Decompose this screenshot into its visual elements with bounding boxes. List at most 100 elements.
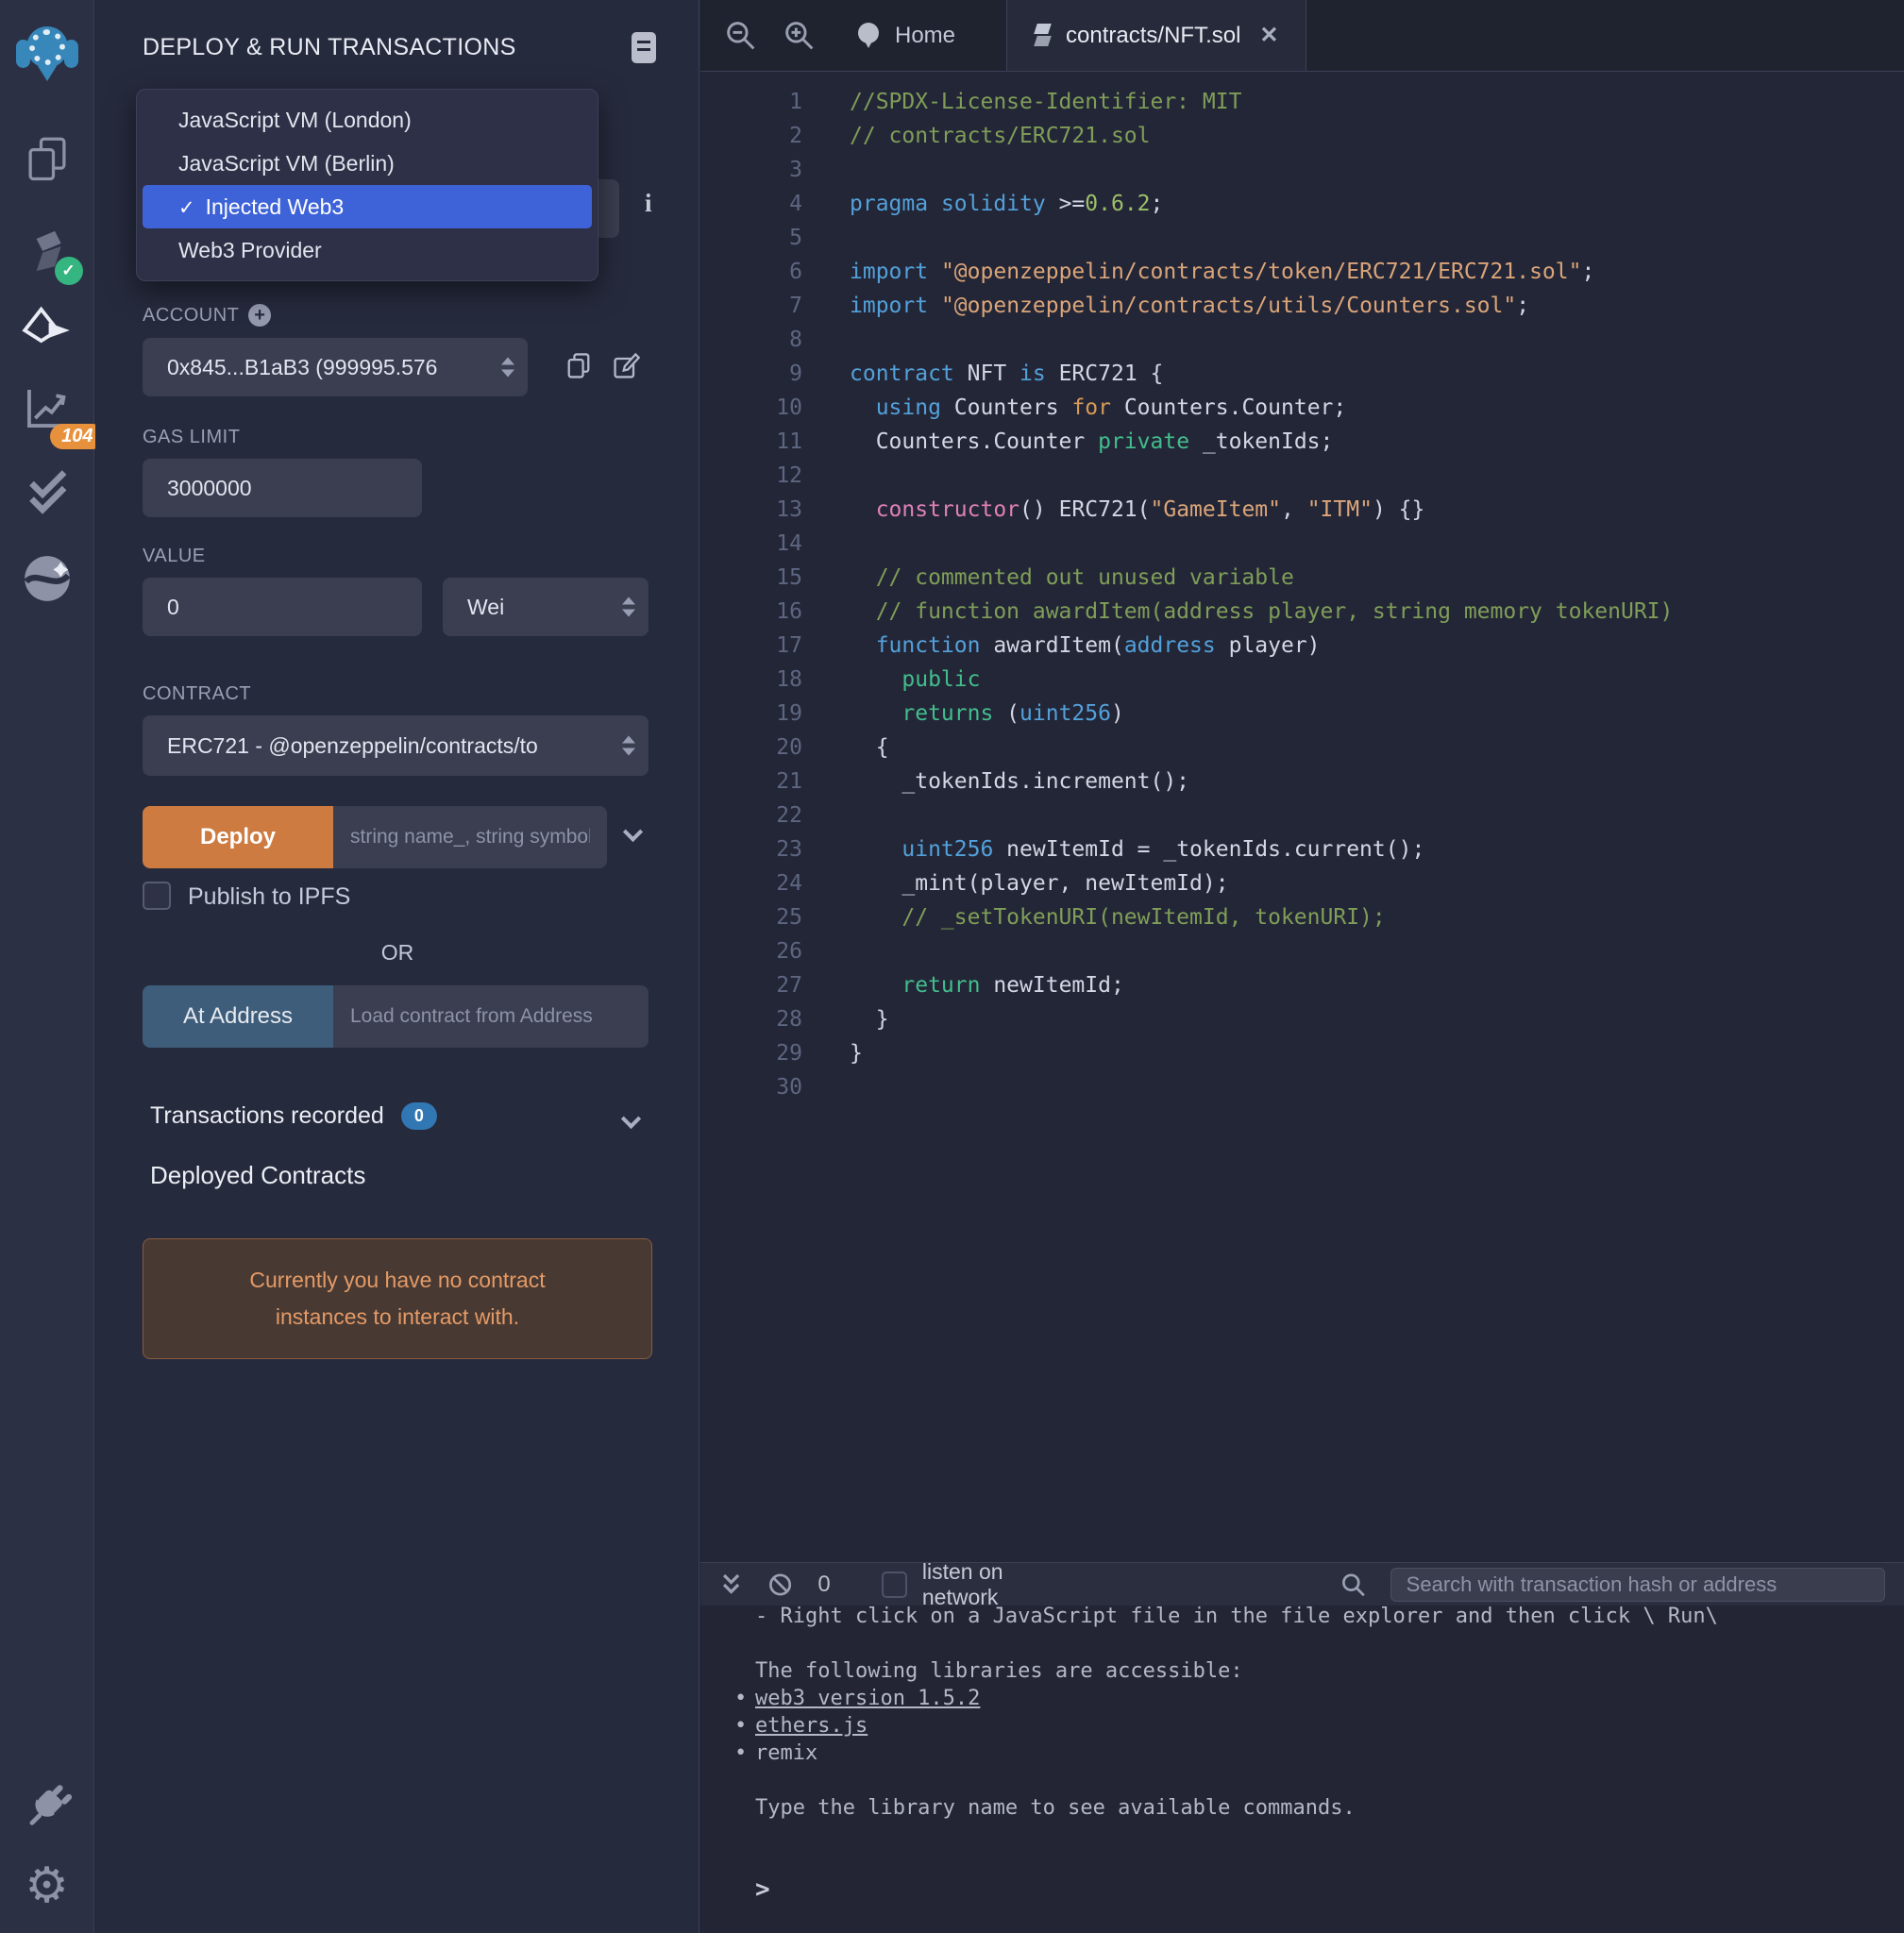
code-line: 30 — [700, 1070, 1904, 1104]
env-option-web3-provider[interactable]: Web3 Provider — [137, 228, 598, 272]
clear-console-icon[interactable] — [767, 1572, 793, 1598]
account-select[interactable]: 0x845...B1aB3 (999995.576 — [143, 338, 528, 396]
analytics-icon[interactable]: 104 — [22, 381, 73, 434]
env-option-injected-web3[interactable]: ✓Injected Web3 — [143, 185, 592, 228]
code-line: 1//SPDX-License-Identifier: MIT — [700, 85, 1904, 119]
expand-deploy-chevron-icon[interactable] — [623, 822, 643, 842]
file-explorer-icon[interactable] — [23, 134, 72, 192]
copy-account-icon[interactable] — [564, 351, 594, 381]
at-address-input[interactable] — [333, 985, 649, 1048]
terminal-output[interactable]: - Right click on a JavaScript file in th… — [700, 1605, 1904, 1904]
bullet: • — [734, 1712, 755, 1740]
at-address-button[interactable]: At Address — [143, 985, 333, 1048]
contract-stepper[interactable] — [622, 736, 635, 756]
editor-area: Home contracts/NFT.sol ✕ 1//SPDX-License… — [700, 0, 1904, 1933]
tab-bar: Home contracts/NFT.sol ✕ — [700, 0, 1904, 72]
activity-bar: ✓ 104 — [0, 0, 94, 1933]
constructor-args-input[interactable] — [333, 806, 607, 868]
account-label: ACCOUNT + — [143, 304, 271, 327]
settings-gear-icon[interactable]: ⚙ — [25, 1861, 69, 1910]
contract-select[interactable]: ERC721 - @openzeppelin/contracts/to — [143, 715, 649, 776]
code-line: 24 _mint(player, newItemId); — [700, 866, 1904, 900]
terminal-toolbar: 0 listen on network — [700, 1562, 1904, 1605]
deploy-button[interactable]: Deploy — [143, 806, 333, 868]
panel-title: DEPLOY & RUN TRANSACTIONS — [143, 34, 516, 61]
remix-logo[interactable] — [16, 25, 78, 87]
terminal-line: The following libraries are accessible: — [755, 1657, 1904, 1685]
code-line: 9contract NFT is ERC721 { — [700, 357, 1904, 391]
bullet: • — [734, 1740, 755, 1767]
zoom-out-icon[interactable] — [712, 0, 770, 71]
compile-success-badge: ✓ — [55, 257, 83, 285]
tab-home[interactable]: Home — [829, 0, 982, 71]
or-divider: OR — [143, 940, 652, 966]
code-editor[interactable]: 1//SPDX-License-Identifier: MIT2// contr… — [700, 72, 1904, 1562]
code-line: 5 — [700, 221, 1904, 255]
terminal-line — [755, 1767, 1904, 1794]
search-icon — [1340, 1572, 1366, 1598]
publish-ipfs-checkbox[interactable] — [143, 882, 171, 910]
zoom-in-icon[interactable] — [770, 0, 829, 71]
listen-network-checkbox[interactable] — [882, 1572, 907, 1598]
terminal-link-line[interactable]: •web3 version 1.5.2 — [755, 1685, 1904, 1712]
listen-network-label: listen on network — [922, 1559, 1080, 1610]
transactions-chevron-icon[interactable] — [621, 1109, 641, 1129]
pending-tx-count: 0 — [817, 1572, 830, 1598]
terminal-search-input[interactable] — [1390, 1568, 1885, 1602]
code-line: 15 // commented out unused variable — [700, 561, 1904, 595]
env-option-javascript-vm-berlin-[interactable]: JavaScript VM (Berlin) — [137, 142, 598, 185]
close-tab-icon[interactable]: ✕ — [1259, 22, 1278, 49]
code-line: 16 // function awardItem(address player,… — [700, 595, 1904, 629]
no-instances-warning: Currently you have no contract instances… — [143, 1238, 652, 1359]
contract-label: CONTRACT — [143, 683, 251, 705]
publish-ipfs-label: Publish to IPFS — [188, 883, 350, 911]
deploy-panel: DEPLOY & RUN TRANSACTIONS i JavaScript V… — [95, 0, 699, 1933]
remix-ide-window: ✓ 104 — [0, 0, 1904, 1933]
code-line: 20 { — [700, 731, 1904, 765]
deploy-run-icon[interactable] — [22, 304, 73, 361]
env-option-javascript-vm-london-[interactable]: JavaScript VM (London) — [137, 98, 598, 142]
code-line: 10 using Counters for Counters.Counter; — [700, 391, 1904, 425]
code-line: 13 constructor() ERC721("GameItem", "ITM… — [700, 493, 1904, 527]
tab-nft-sol-label: contracts/NFT.sol — [1066, 23, 1240, 49]
documentation-icon[interactable] — [632, 32, 656, 63]
terminal-line: •remix — [755, 1740, 1904, 1767]
code-line: 4pragma solidity >=0.6.2; — [700, 187, 1904, 221]
value-input[interactable]: 0 — [143, 578, 422, 636]
terminal-prompt[interactable]: > — [755, 1875, 1904, 1904]
terminal-line — [755, 1630, 1904, 1657]
terminal-link-line[interactable]: •ethers.js — [755, 1712, 1904, 1740]
value-amount: 0 — [167, 595, 179, 620]
deployed-contracts-heading: Deployed Contracts — [150, 1161, 365, 1190]
code-line: 25 // _setTokenURI(newItemId, tokenURI); — [700, 900, 1904, 934]
transactions-recorded-row[interactable]: Transactions recorded 0 — [150, 1102, 437, 1130]
value-unit-select[interactable]: Wei — [443, 578, 649, 636]
collapse-terminal-icon[interactable] — [719, 1571, 743, 1599]
solidity-file-icon — [1034, 23, 1053, 49]
account-stepper[interactable] — [501, 358, 514, 378]
sign-message-icon[interactable] — [611, 351, 641, 381]
add-account-icon[interactable]: + — [248, 304, 271, 327]
code-line: 23 uint256 newItemId = _tokenIds.current… — [700, 832, 1904, 866]
value-unit: Wei — [467, 595, 504, 620]
tab-nft-sol[interactable]: contracts/NFT.sol ✕ — [1006, 0, 1306, 71]
environment-info-icon[interactable]: i — [645, 189, 652, 218]
terminal-line: Type the library name to see available c… — [755, 1794, 1904, 1822]
code-line: 28 } — [700, 1002, 1904, 1036]
static-analysis-icon[interactable] — [21, 464, 74, 526]
unit-stepper[interactable] — [622, 597, 635, 617]
code-line: 7import "@openzeppelin/contracts/utils/C… — [700, 289, 1904, 323]
code-line: 18 public — [700, 663, 1904, 697]
debugger-icon[interactable] — [22, 553, 73, 609]
gas-limit-input[interactable]: 3000000 — [143, 459, 422, 517]
code-line: 8 — [700, 323, 1904, 357]
code-line: 17 function awardItem(address player) — [700, 629, 1904, 663]
tab-home-label: Home — [895, 23, 955, 49]
selected-check-icon: ✓ — [178, 197, 195, 219]
code-line: 11 Counters.Counter private _tokenIds; — [700, 425, 1904, 459]
code-line: 29} — [700, 1036, 1904, 1070]
plugin-manager-icon[interactable] — [22, 1778, 73, 1834]
code-line: 6import "@openzeppelin/contracts/token/E… — [700, 255, 1904, 289]
solidity-compiler-icon[interactable]: ✓ — [23, 225, 72, 277]
gas-limit-label: GAS LIMIT — [143, 427, 240, 448]
